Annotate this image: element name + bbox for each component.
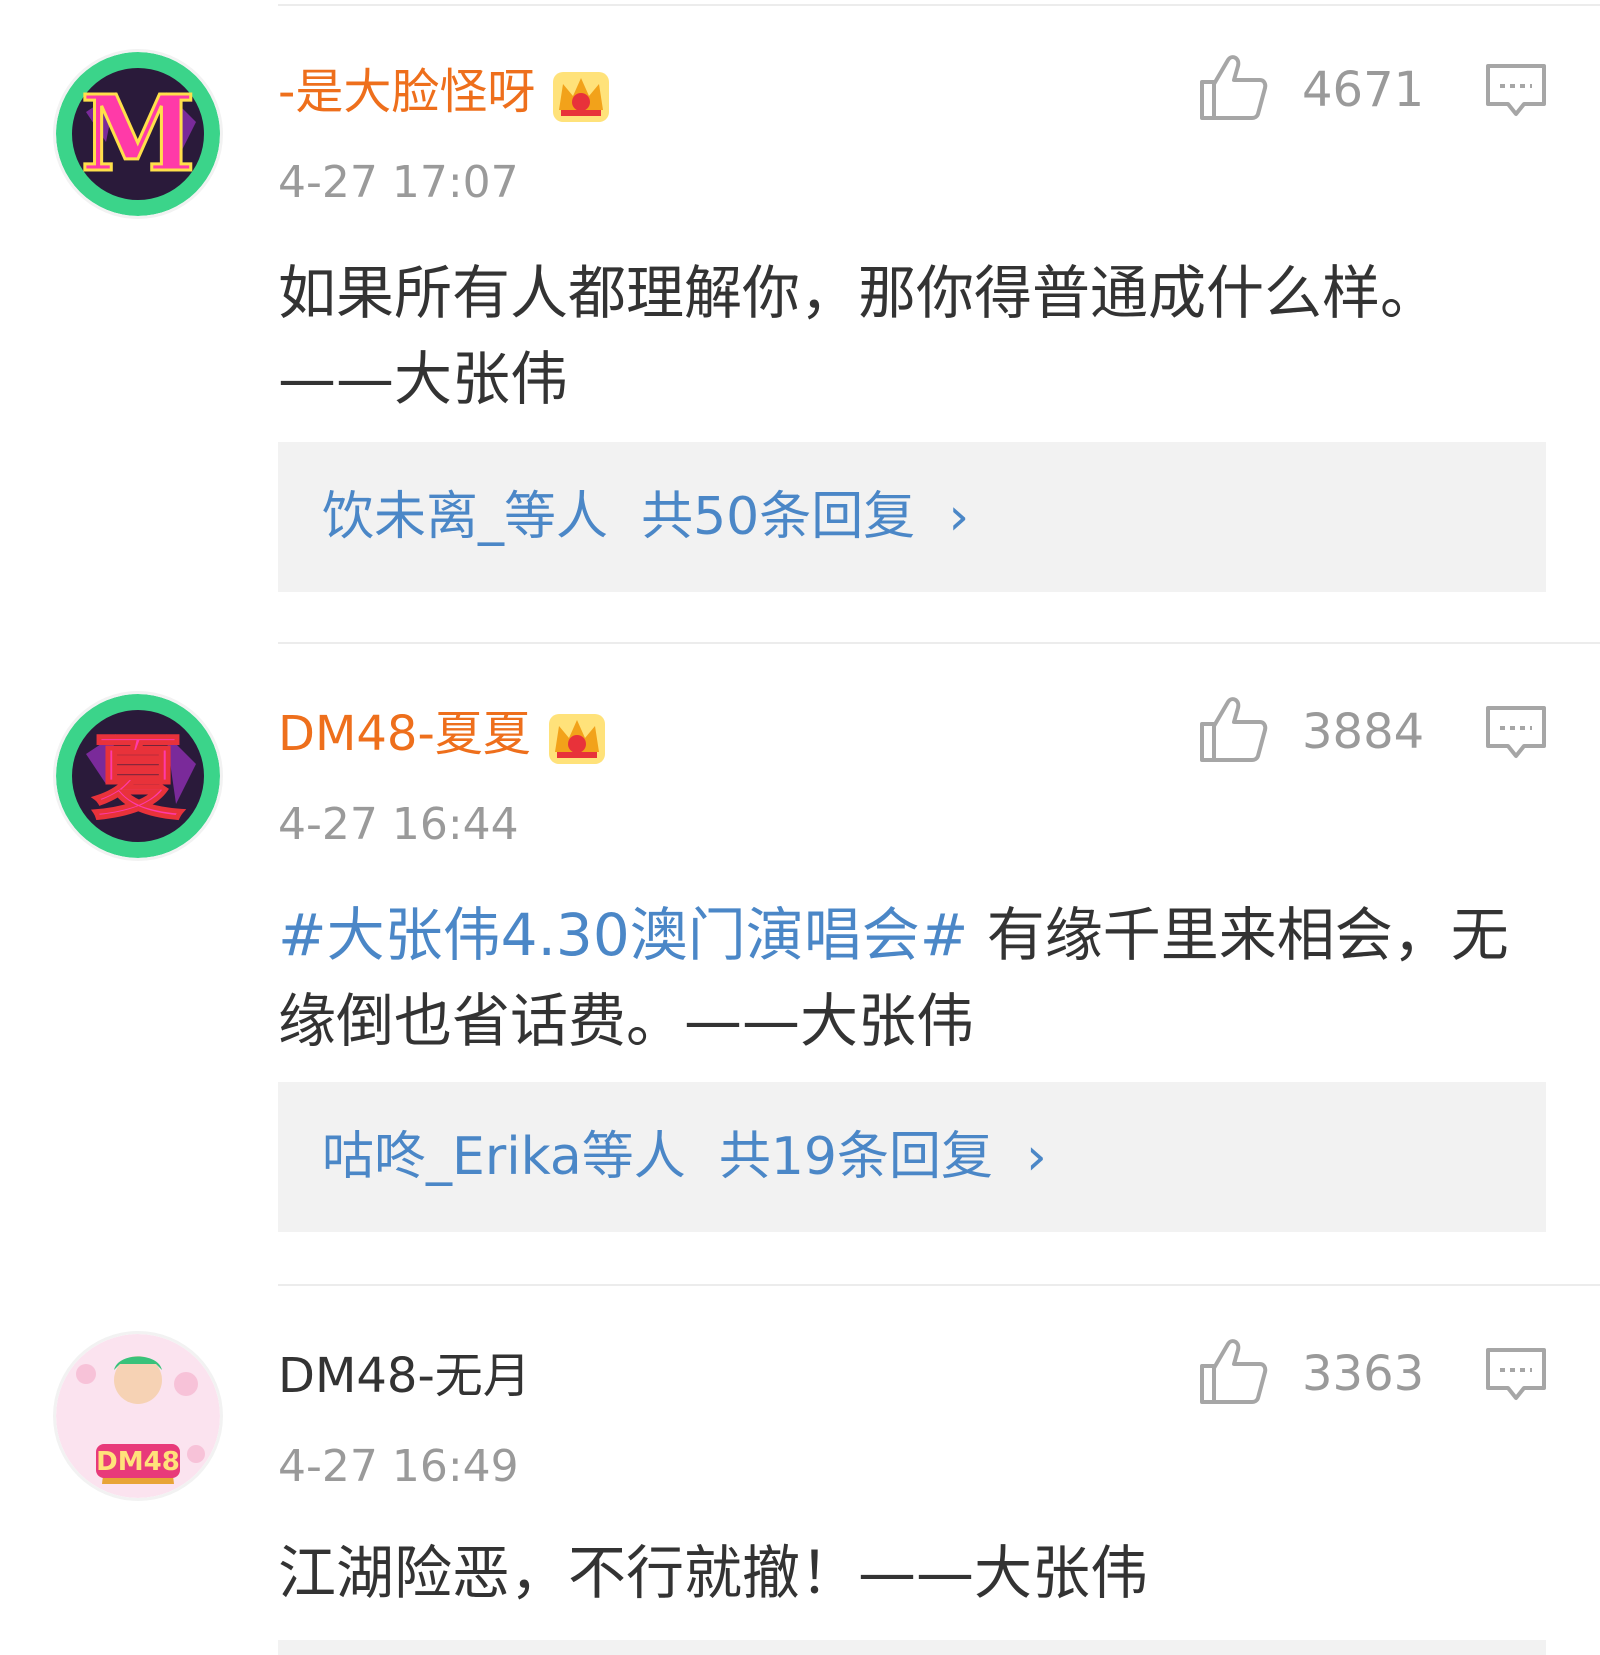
thumbs-up-icon[interactable] xyxy=(1198,1336,1268,1406)
comment-item: DM48 DM48-无月 4-27 16:49 3363 江湖险恶，不行就撤！—… xyxy=(0,1284,1600,1655)
comment-item: M -是大脸怪呀 4-27 17:07 4671 如果所有人都理解你，那你得普通… xyxy=(0,0,1600,640)
comment-time: 4-27 16:44 xyxy=(278,799,519,850)
avatar[interactable]: DM48 xyxy=(56,1334,220,1498)
avatar-letter: DM48 xyxy=(96,1447,180,1477)
avatar[interactable]: 夏 xyxy=(56,694,220,858)
like-count: 3884 xyxy=(1302,704,1425,760)
topic-link[interactable]: #大张伟4.30澳门演唱会# xyxy=(278,901,968,969)
comment-text: #大张伟4.30澳门演唱会# 有缘千里来相会，无缘倒也省话费。——大张伟 xyxy=(278,892,1538,1064)
thumbs-up-icon[interactable] xyxy=(1198,52,1268,122)
comment-time: 4-27 17:07 xyxy=(278,157,519,208)
avatar[interactable]: M xyxy=(56,52,220,216)
avatar-letter: 夏 xyxy=(92,725,185,832)
comment-body: 江湖险恶，不行就撤！——大张伟 xyxy=(278,1539,1149,1607)
username-text[interactable]: DM48-夏夏 xyxy=(278,706,531,762)
comment-text: 江湖险恶，不行就撤！——大张伟 xyxy=(278,1530,1538,1616)
username-text[interactable]: -是大脸怪呀 xyxy=(278,64,535,120)
replies-preview[interactable] xyxy=(278,1640,1546,1655)
username[interactable]: -是大脸怪呀 xyxy=(278,62,613,126)
comment-icon[interactable] xyxy=(1484,62,1548,122)
comment-item: 夏 DM48-夏夏 4-27 16:44 3884 #大张伟4.30澳门演唱会#… xyxy=(0,642,1600,1282)
comment-body: 如果所有人都理解你，那你得普通成什么样。——大张伟 xyxy=(278,259,1439,413)
username[interactable]: DM48-无月 xyxy=(278,1346,531,1406)
comment-time: 4-27 16:49 xyxy=(278,1441,519,1492)
crown-icon xyxy=(548,714,605,764)
like-count: 4671 xyxy=(1302,62,1425,118)
reply-users[interactable]: 咕咚_Erika等人 xyxy=(322,1127,686,1187)
chevron-right-icon: › xyxy=(948,487,970,547)
crown-icon xyxy=(553,72,610,122)
avatar-letter: M xyxy=(80,72,195,195)
username[interactable]: DM48-夏夏 xyxy=(278,704,609,768)
chevron-right-icon: › xyxy=(1026,1127,1047,1187)
thumbs-up-icon[interactable] xyxy=(1198,694,1268,764)
reply-count[interactable]: 共50条回复 xyxy=(641,487,915,547)
reply-count[interactable]: 共19条回复 xyxy=(719,1127,993,1187)
comment-text: 如果所有人都理解你，那你得普通成什么样。——大张伟 xyxy=(278,250,1538,422)
replies-preview[interactable]: 饮未离_等人 共50条回复 › xyxy=(278,442,1546,592)
comment-icon[interactable] xyxy=(1484,1346,1548,1406)
reply-users[interactable]: 饮未离_等人 xyxy=(322,487,608,547)
replies-preview[interactable]: 咕咚_Erika等人 共19条回复 › xyxy=(278,1082,1546,1232)
username-text[interactable]: DM48-无月 xyxy=(278,1348,531,1404)
like-count: 3363 xyxy=(1302,1346,1425,1402)
comment-icon[interactable] xyxy=(1484,704,1548,764)
